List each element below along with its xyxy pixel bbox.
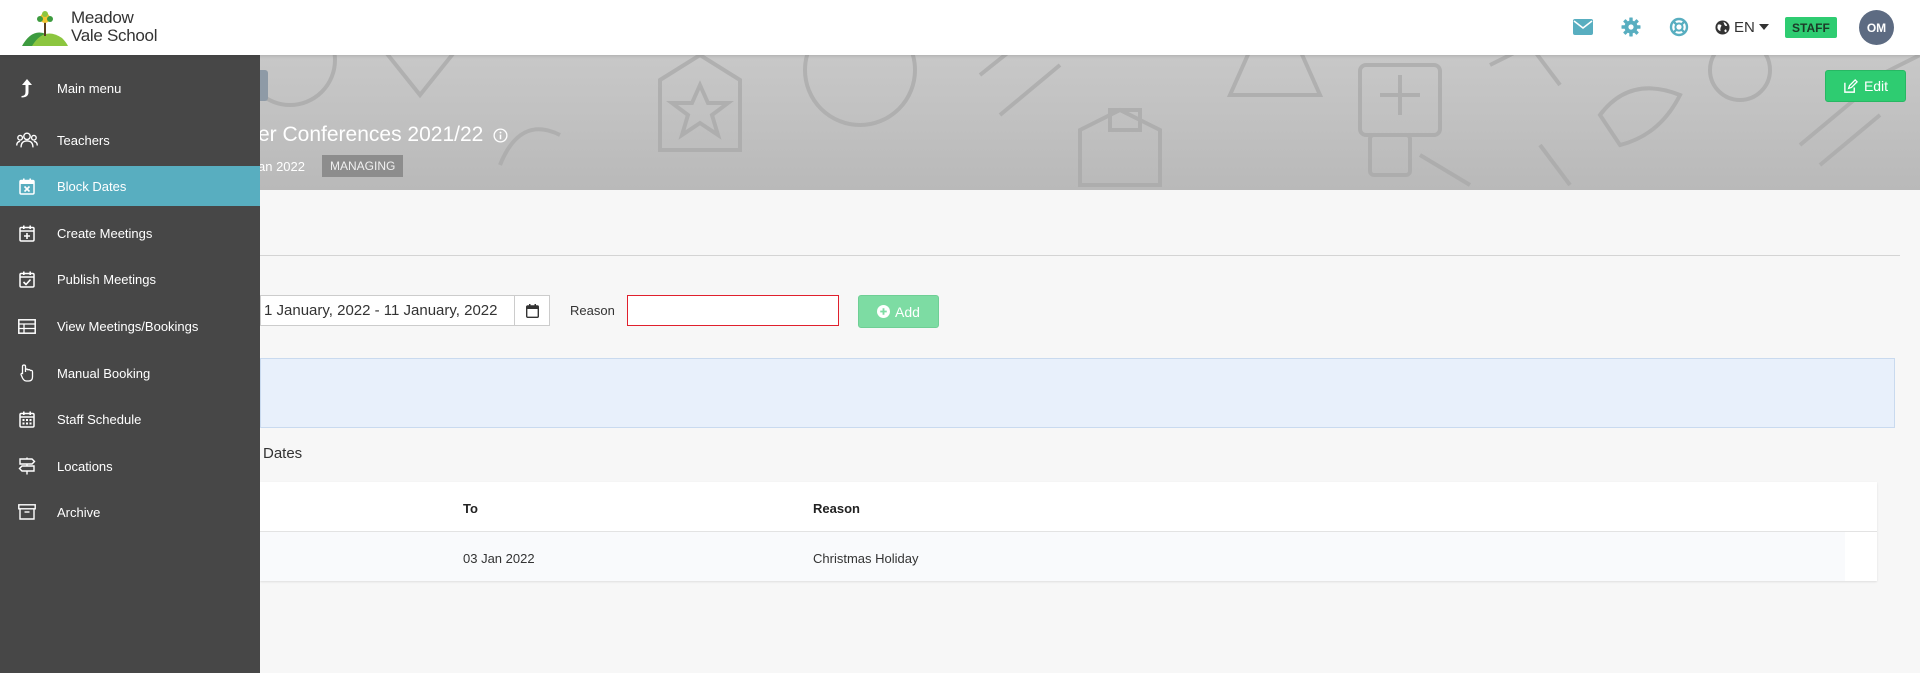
user-avatar[interactable]: OM bbox=[1859, 10, 1894, 45]
add-button-label: Add bbox=[895, 303, 920, 320]
school-name-line1: Meadow bbox=[71, 8, 134, 27]
managing-badge: MANAGING bbox=[322, 155, 404, 177]
sidebar-item-block-dates[interactable]: Block Dates bbox=[0, 166, 260, 206]
sidebar-item-label: Main menu bbox=[57, 80, 122, 96]
table-cell-reason: Christmas Holiday bbox=[813, 551, 919, 566]
plus-circle-icon bbox=[877, 305, 891, 318]
sidebar-item-staff-schedule[interactable]: Staff Schedule bbox=[0, 399, 260, 439]
sidebar-item-label: Locations bbox=[57, 458, 113, 474]
section-title: Dates bbox=[263, 445, 303, 462]
sidebar-item-label: Publish Meetings bbox=[57, 271, 156, 287]
table-header-reason: Reason bbox=[813, 501, 860, 516]
archive-icon bbox=[16, 501, 38, 523]
globe-icon bbox=[1715, 19, 1730, 35]
section-divider bbox=[260, 255, 1900, 256]
sidebar-item-label: Archive bbox=[57, 504, 101, 520]
sidebar-item-label: Create Meetings bbox=[57, 225, 153, 241]
table-icon bbox=[16, 315, 38, 337]
mail-icon[interactable] bbox=[1572, 16, 1594, 38]
add-button[interactable]: Add bbox=[858, 295, 939, 328]
info-icon[interactable] bbox=[493, 127, 508, 143]
sidebar-item-label: View Meetings/Bookings bbox=[57, 318, 199, 334]
block-dates-table: To Reason 03 Jan 2022 Christmas Holiday bbox=[260, 482, 1877, 581]
sidebar-item-locations[interactable]: Locations bbox=[0, 446, 260, 486]
gear-icon[interactable] bbox=[1620, 16, 1642, 38]
edit-button-label: Edit bbox=[1863, 78, 1889, 94]
logo-tree-icon bbox=[22, 11, 68, 46]
edit-icon bbox=[1844, 78, 1858, 93]
date-range-input[interactable]: 1 January, 2022 - 11 January, 2022 bbox=[260, 295, 515, 326]
sidebar-item-main-menu[interactable]: Main menu bbox=[0, 68, 260, 108]
school-logo[interactable]: Meadow Vale School bbox=[22, 8, 162, 46]
calendar-x-icon bbox=[16, 175, 38, 197]
sidebar-item-create-meetings[interactable]: Create Meetings bbox=[0, 213, 260, 253]
main-content: 1 January, 2022 - 11 January, 2022 Reaso… bbox=[0, 190, 1920, 673]
calendar-button[interactable] bbox=[514, 295, 550, 326]
event-banner: er Conferences 2021/22 an 2022 MANAGING … bbox=[0, 55, 1920, 190]
sidebar-item-archive[interactable]: Archive bbox=[0, 492, 260, 532]
table-header-to: To bbox=[463, 501, 478, 516]
sidebar-item-label: Teachers bbox=[57, 132, 110, 148]
sidebar-item-view-meetings-bookings[interactable]: View Meetings/Bookings bbox=[0, 306, 260, 346]
signpost-icon bbox=[16, 455, 38, 477]
sidebar-item-label: Staff Schedule bbox=[57, 411, 142, 427]
top-navbar: Meadow Vale School EN STAFF OM bbox=[0, 0, 1920, 55]
language-selector[interactable]: EN bbox=[1715, 16, 1769, 38]
school-name: Meadow Vale School bbox=[71, 9, 157, 45]
lifebuoy-icon[interactable] bbox=[1668, 16, 1690, 38]
event-date: an 2022 bbox=[258, 159, 305, 174]
sidebar-item-publish-meetings[interactable]: Publish Meetings bbox=[0, 259, 260, 299]
calendar-check-icon bbox=[16, 268, 38, 290]
caret-down-icon bbox=[1758, 24, 1769, 30]
event-title: er Conferences 2021/22 bbox=[258, 123, 508, 147]
table-row-action-cell bbox=[1845, 532, 1877, 581]
sidebar-item-label: Manual Booking bbox=[57, 365, 151, 381]
table-cell-to: 03 Jan 2022 bbox=[463, 551, 535, 566]
calendar-icon bbox=[525, 303, 539, 318]
sidebar-item-teachers[interactable]: Teachers bbox=[0, 120, 260, 160]
sidebar-menu: Main menu Teachers Block Dates Create Me… bbox=[0, 55, 260, 673]
calendar-grid-icon bbox=[16, 408, 38, 430]
language-label: EN bbox=[1734, 18, 1755, 36]
role-badge: STAFF bbox=[1785, 17, 1837, 38]
school-name-line2: Vale School bbox=[71, 26, 158, 45]
calendar-plus-icon bbox=[16, 222, 38, 244]
users-icon bbox=[16, 129, 38, 151]
arrow-up-icon bbox=[16, 77, 38, 99]
info-alert bbox=[260, 358, 1895, 428]
reason-input[interactable] bbox=[627, 295, 839, 326]
sidebar-item-label: Block Dates bbox=[57, 178, 127, 194]
event-title-text: er Conferences 2021/22 bbox=[258, 123, 484, 146]
edit-button[interactable]: Edit bbox=[1825, 70, 1906, 102]
hand-pointer-icon bbox=[16, 362, 38, 384]
reason-label: Reason bbox=[570, 303, 615, 318]
sidebar-item-manual-booking[interactable]: Manual Booking bbox=[0, 353, 260, 393]
